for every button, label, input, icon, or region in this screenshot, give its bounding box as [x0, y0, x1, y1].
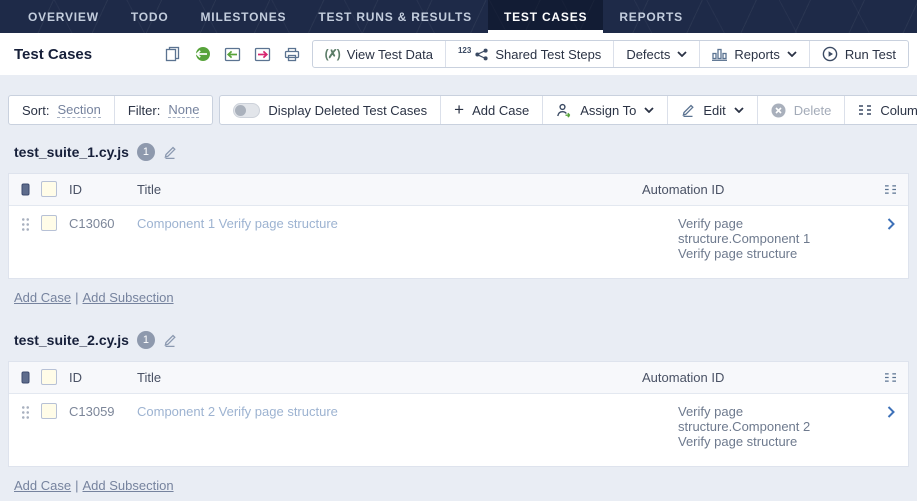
- col-header-id: ID: [69, 370, 137, 385]
- edit-dropdown-button[interactable]: Edit: [667, 96, 756, 124]
- section-footer-links: Add Case | Add Subsection: [14, 290, 909, 305]
- export-icon[interactable]: [254, 47, 271, 62]
- assign-to-dropdown-button[interactable]: Assign To: [542, 96, 667, 124]
- header-button-group: (✗) View Test Data 123 Shared Test Steps…: [312, 40, 909, 68]
- section-title-row: test_suite_1.cy.js 1: [14, 143, 909, 161]
- add-case-link[interactable]: Add Case: [14, 290, 71, 305]
- cases-table: ID Title Automation ID C13060 Component …: [8, 173, 909, 279]
- chevron-down-icon: [644, 107, 654, 113]
- col-header-id: ID: [69, 182, 137, 197]
- table-header-row: ID Title Automation ID: [9, 362, 908, 394]
- filter-control: Filter: None: [114, 96, 213, 124]
- drag-handle[interactable]: [21, 405, 30, 419]
- col-header-automation-id: Automation ID: [642, 182, 872, 197]
- display-deleted-toggle[interactable]: [233, 103, 260, 118]
- section-footer-links: Add Case | Add Subsection: [14, 478, 909, 493]
- view-test-data-button[interactable]: (✗) View Test Data: [313, 41, 445, 67]
- chevron-right-icon[interactable]: [887, 406, 895, 418]
- link-separator: |: [75, 290, 78, 305]
- add-subsection-link[interactable]: Add Subsection: [82, 290, 173, 305]
- case-id: C13059: [69, 404, 137, 419]
- edit-pencil-icon: [681, 103, 695, 117]
- suite-name: test_suite_2.cy.js: [14, 332, 129, 348]
- nav-item-test-runs-results[interactable]: TEST RUNS & RESULTS: [302, 0, 488, 33]
- shared-test-steps-button[interactable]: 123 Shared Test Steps: [445, 41, 613, 67]
- cases-table: ID Title Automation ID C13059 Component …: [8, 361, 909, 467]
- case-id: C13060: [69, 216, 137, 231]
- edit-section-icon[interactable]: [163, 333, 177, 347]
- top-nav: OVERVIEW TODO MILESTONES TEST RUNS & RES…: [0, 0, 917, 33]
- drag-handle[interactable]: [21, 217, 30, 231]
- share-icon: [475, 48, 488, 61]
- toggle-knob: [235, 105, 246, 116]
- select-all-checkbox[interactable]: [41, 181, 57, 197]
- case-title-link[interactable]: Component 1 Verify page structure: [137, 216, 338, 231]
- nav-item-milestones[interactable]: MILESTONES: [185, 0, 303, 33]
- run-test-button[interactable]: Run Test: [809, 41, 908, 67]
- print-icon[interactable]: [284, 47, 300, 62]
- columns-button[interactable]: Columns: [844, 96, 917, 124]
- delete-x-circle-icon: [771, 103, 786, 118]
- delete-button[interactable]: Delete: [757, 96, 845, 124]
- page-header: Test Cases (✗) View Test Data 123 Shared…: [0, 33, 917, 75]
- row-checkbox[interactable]: [41, 215, 57, 231]
- actions-group: Display Deleted Test Cases + Add Case As…: [219, 95, 917, 125]
- dock-icon[interactable]: [9, 183, 41, 196]
- suite-section-2: test_suite_2.cy.js 1 ID Title Automation…: [0, 331, 917, 493]
- case-count-badge: 1: [137, 331, 155, 349]
- table-header-row: ID Title Automation ID: [9, 174, 908, 206]
- column-settings-icon[interactable]: [872, 372, 908, 383]
- link-separator: |: [75, 478, 78, 493]
- defects-dropdown-button[interactable]: Defects: [613, 41, 699, 67]
- xml-import-icon[interactable]: [193, 46, 211, 62]
- suite-section-1: test_suite_1.cy.js 1 ID Title Automation…: [0, 143, 917, 305]
- assign-person-icon: [556, 103, 572, 118]
- play-icon: [822, 46, 838, 62]
- header-icon-group: [165, 46, 300, 62]
- nav-item-overview[interactable]: OVERVIEW: [12, 0, 115, 33]
- suite-name: test_suite_1.cy.js: [14, 144, 129, 160]
- add-case-button[interactable]: + Add Case: [440, 96, 542, 124]
- sort-value-link[interactable]: Section: [57, 102, 100, 118]
- sort-control: Sort: Section: [9, 96, 114, 124]
- display-deleted-toggle-row: Display Deleted Test Cases: [220, 96, 440, 124]
- case-title-link[interactable]: Component 2 Verify page structure: [137, 404, 338, 419]
- case-row[interactable]: C13060 Component 1 Verify page structure…: [9, 206, 908, 278]
- col-header-title: Title: [137, 370, 642, 385]
- one-two-three-icon: 123: [458, 46, 471, 55]
- select-all-checkbox[interactable]: [41, 369, 57, 385]
- bar-chart-icon: [712, 48, 727, 61]
- nav-item-todo[interactable]: TODO: [115, 0, 185, 33]
- sort-filter-group: Sort: Section Filter: None: [8, 95, 213, 125]
- nav-item-test-cases[interactable]: TEST CASES: [488, 0, 603, 33]
- plus-icon: +: [454, 101, 464, 118]
- filter-value-link[interactable]: None: [168, 102, 199, 118]
- automation-id-value: Verify page structure.Component 1 Verify…: [678, 216, 838, 261]
- col-header-automation-id: Automation ID: [642, 370, 872, 385]
- add-case-link[interactable]: Add Case: [14, 478, 71, 493]
- import-icon[interactable]: [224, 47, 241, 62]
- add-subsection-link[interactable]: Add Subsection: [82, 478, 173, 493]
- chevron-down-icon: [787, 51, 797, 57]
- column-settings-icon[interactable]: [872, 184, 908, 195]
- chevron-down-icon: [734, 107, 744, 113]
- dock-icon[interactable]: [9, 371, 41, 384]
- page-title: Test Cases: [14, 46, 92, 63]
- edit-section-icon[interactable]: [163, 145, 177, 159]
- cases-toolbar: Sort: Section Filter: None Display Delet…: [8, 95, 909, 125]
- case-count-badge: 1: [137, 143, 155, 161]
- col-header-title: Title: [137, 182, 642, 197]
- columns-icon: [858, 104, 872, 116]
- section-title-row: test_suite_2.cy.js 1: [14, 331, 909, 349]
- copy-icon[interactable]: [165, 46, 180, 62]
- automation-id-value: Verify page structure.Component 2 Verify…: [678, 404, 838, 449]
- row-checkbox[interactable]: [41, 403, 57, 419]
- reports-dropdown-button[interactable]: Reports: [699, 41, 809, 67]
- code-x-icon: (✗): [325, 47, 340, 61]
- case-row[interactable]: C13059 Component 2 Verify page structure…: [9, 394, 908, 466]
- nav-item-reports[interactable]: REPORTS: [603, 0, 699, 33]
- chevron-down-icon: [677, 51, 687, 57]
- chevron-right-icon[interactable]: [887, 218, 895, 230]
